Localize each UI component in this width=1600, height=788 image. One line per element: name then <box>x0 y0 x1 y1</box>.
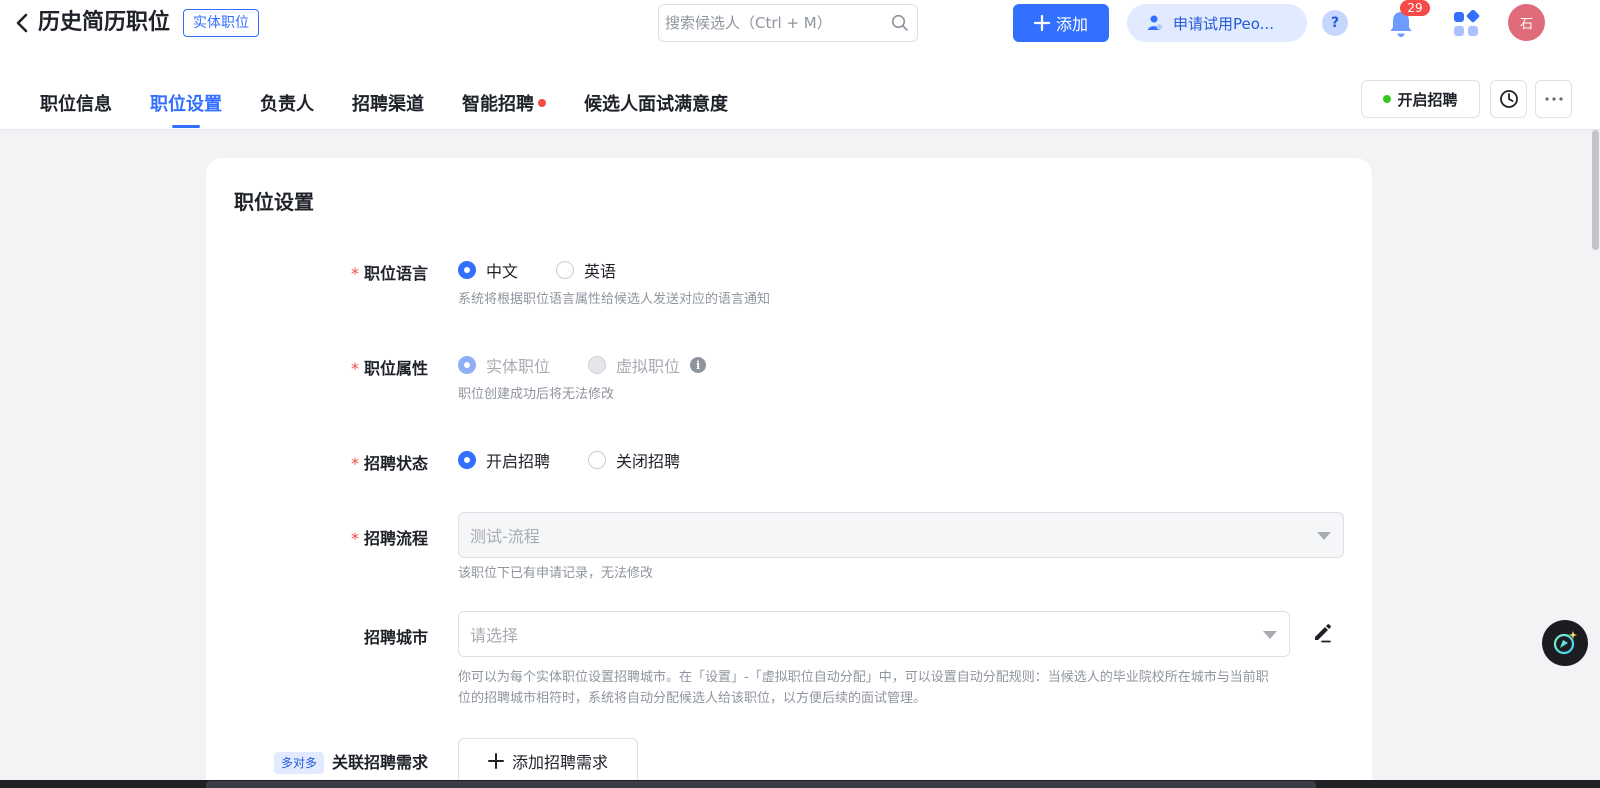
radio-circle-icon <box>588 356 607 374</box>
position-type-tag: 实体职位 <box>183 9 259 37</box>
process-select-value: 测试-流程 <box>470 527 540 546</box>
apps-grid-icon[interactable] <box>1452 10 1480 38</box>
bottom-edge <box>0 780 1600 788</box>
info-icon[interactable]: i <box>690 357 707 373</box>
many-to-many-tag: 多对多 <box>273 751 324 774</box>
tab-owner[interactable]: 负责人 <box>260 92 314 128</box>
tab-bar: 职位信息 职位设置 负责人 招聘渠道 智能招聘 候选人面试满意度 <box>40 92 766 130</box>
required-mark: * <box>350 454 359 473</box>
radio-chinese[interactable]: 中文 <box>458 258 518 282</box>
add-demand-label: 添加招聘需求 <box>511 753 608 772</box>
radio-circle-icon <box>458 356 476 374</box>
process-select: 测试-流程 <box>458 512 1344 558</box>
tab-position-settings[interactable]: 职位设置 <box>150 92 222 128</box>
notification-count-badge: 29 <box>1400 0 1430 16</box>
more-dots-icon <box>1544 97 1563 101</box>
user-badge-icon <box>1148 15 1163 30</box>
caret-down-icon <box>1263 631 1277 639</box>
page-title: 历史简历职位 <box>38 10 171 35</box>
radio-circle-icon <box>458 451 476 469</box>
open-recruit-label: 开启招聘 <box>1397 90 1458 109</box>
clock-icon <box>1499 90 1518 108</box>
required-mark: * <box>350 529 359 548</box>
city-select[interactable]: 请选择 <box>458 611 1290 657</box>
status-dot-icon <box>1383 95 1392 103</box>
city-select-placeholder: 请选择 <box>470 626 519 645</box>
tab-position-info[interactable]: 职位信息 <box>40 92 112 128</box>
status-radio-group: 开启招聘 关闭招聘 <box>458 448 718 472</box>
radio-open-recruit[interactable]: 开启招聘 <box>458 448 550 472</box>
attribute-radio-group: 实体职位 虚拟职位 i <box>458 353 707 377</box>
top-bar: 历史简历职位 实体职位 添加 申请试用Peo... ? 29 石 职位信息 职位… <box>0 0 1600 130</box>
language-radio-group: 中文 英语 <box>458 258 654 282</box>
add-demand-button[interactable]: 添加招聘需求 <box>458 738 638 784</box>
scrollbar-thumb[interactable] <box>1592 130 1599 250</box>
radio-english[interactable]: 英语 <box>556 258 616 282</box>
language-hint: 系统将根据职位语言属性给候选人发送对应的语言通知 <box>458 292 771 307</box>
radio-circle-icon <box>588 451 607 469</box>
radio-circle-icon <box>458 261 476 279</box>
required-mark: * <box>350 264 359 283</box>
demand-label: 多对多 关联招聘需求 <box>273 749 428 775</box>
edit-icon[interactable] <box>1310 621 1334 645</box>
card-title: 职位设置 <box>234 190 314 214</box>
tab-interview-satisfaction[interactable]: 候选人面试满意度 <box>584 92 728 128</box>
radio-virtual-position: 虚拟职位 <box>588 353 680 377</box>
ai-sparkle-icon <box>1553 631 1577 655</box>
caret-down-icon <box>1317 532 1331 540</box>
new-dot-indicator <box>538 99 546 107</box>
process-label: * 招聘流程 <box>350 529 428 548</box>
apply-trial-button[interactable]: 申请试用Peo... <box>1127 4 1307 42</box>
ai-assistant-button[interactable] <box>1542 620 1588 666</box>
bottom-panel-edge <box>206 781 1316 788</box>
page-scrollbar[interactable] <box>1590 130 1600 788</box>
attribute-hint: 职位创建成功后将无法修改 <box>458 387 615 402</box>
plus-icon <box>1033 15 1050 31</box>
process-hint: 该职位下已有申请记录，无法修改 <box>458 566 654 581</box>
history-button[interactable] <box>1490 80 1527 118</box>
status-label: * 招聘状态 <box>350 454 428 473</box>
open-recruit-button[interactable]: 开启招聘 <box>1361 80 1480 118</box>
tab-channels[interactable]: 招聘渠道 <box>352 92 424 128</box>
search-icon[interactable] <box>891 14 909 32</box>
user-avatar[interactable]: 石 <box>1508 4 1545 41</box>
radio-circle-icon <box>556 261 575 279</box>
attribute-label: * 职位属性 <box>350 359 428 378</box>
apply-trial-label: 申请试用Peo... <box>1173 14 1274 33</box>
help-icon[interactable]: ? <box>1322 10 1348 36</box>
search-input[interactable] <box>665 14 891 32</box>
tab-smart-recruit[interactable]: 智能招聘 <box>462 92 546 128</box>
radio-physical-position: 实体职位 <box>458 353 550 377</box>
radio-close-recruit[interactable]: 关闭招聘 <box>588 448 680 472</box>
position-settings-card: 职位设置 * 职位语言 中文 英语 系统将根据职位语言属性给候选人发送对应的语言通… <box>206 158 1372 788</box>
plus-icon <box>487 753 504 769</box>
city-label: 招聘城市 <box>363 628 428 647</box>
language-label: * 职位语言 <box>350 264 428 283</box>
add-button[interactable]: 添加 <box>1013 4 1109 42</box>
city-hint: 你可以为每个实体职位设置招聘城市。在「设置」-「虚拟职位自动分配」中，可以设置自… <box>458 670 1269 706</box>
more-button[interactable] <box>1535 80 1572 118</box>
required-mark: * <box>350 359 359 378</box>
back-icon[interactable] <box>10 10 34 36</box>
add-button-label: 添加 <box>1055 15 1088 34</box>
candidate-search[interactable] <box>658 4 918 42</box>
